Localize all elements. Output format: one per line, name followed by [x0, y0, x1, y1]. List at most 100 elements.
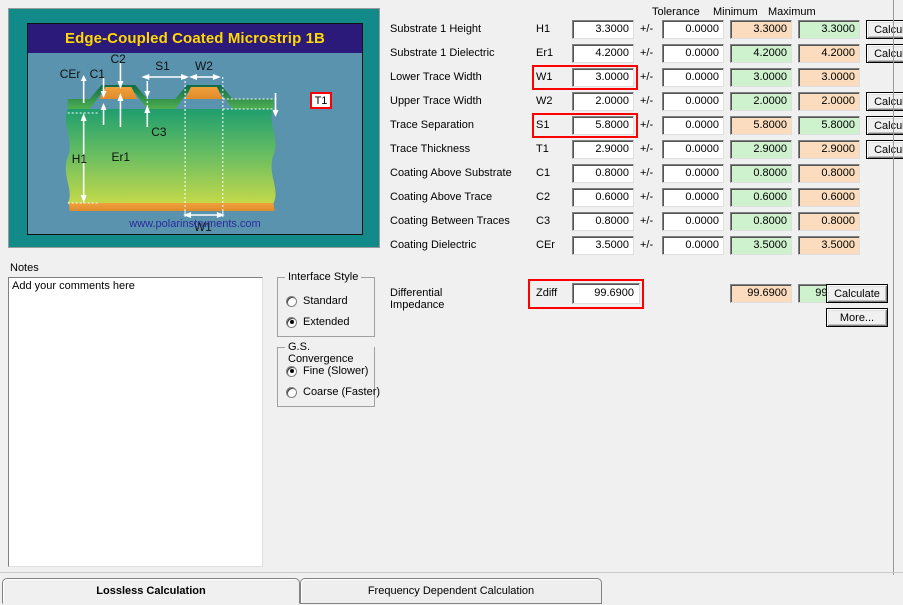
parameter-value-input[interactable]: 2.9000: [572, 140, 634, 159]
radio-label: Standard: [303, 295, 348, 307]
gs-convergence-group: G.S. Convergence Fine (Slower) Coarse (F…: [277, 347, 375, 407]
parameter-value-input[interactable]: 5.8000: [572, 116, 634, 135]
panel-divider: [893, 0, 894, 575]
parameter-value-input[interactable]: 2.0000: [572, 92, 634, 111]
parameter-minimum: 2.9000: [730, 140, 792, 159]
bottom-divider: [0, 572, 903, 573]
parameter-minimum: 4.2000: [730, 44, 792, 63]
calculate-result-button[interactable]: Calculate: [826, 284, 888, 303]
parameter-symbol: CEr: [536, 239, 555, 251]
radio-convergence-coarse[interactable]: Coarse (Faster): [286, 386, 380, 398]
plus-minus-label: +/-: [640, 143, 653, 155]
parameter-value-input[interactable]: 3.5000: [572, 236, 634, 255]
parameter-minimum: 3.0000: [730, 68, 792, 87]
tab-lossless-calculation[interactable]: Lossless Calculation: [2, 578, 300, 604]
parameter-value-input[interactable]: 0.6000: [572, 188, 634, 207]
radio-interface-standard[interactable]: Standard: [286, 295, 348, 307]
result-minimum: 99.6900: [730, 284, 792, 303]
parameter-label: Lower Trace Width: [390, 71, 482, 83]
parameter-tolerance-input[interactable]: 0.0000: [662, 68, 724, 87]
plus-minus-label: +/-: [640, 215, 653, 227]
parameter-tolerance-input[interactable]: 0.0000: [662, 92, 724, 111]
microstrip-cross-section-svg: CEr C1 C2 C3 S1 W2 H1 Er1 W1: [28, 53, 362, 235]
parameter-label: Trace Thickness: [390, 143, 470, 155]
radio-label: Extended: [303, 316, 349, 328]
calculate-button[interactable]: Calculate: [866, 140, 903, 159]
interface-style-group: Interface Style Standard Extended: [277, 277, 375, 337]
diagram-label-er1: Er1: [112, 150, 131, 164]
parameter-minimum: 3.3000: [730, 20, 792, 39]
radio-label: Coarse (Faster): [303, 386, 380, 398]
parameter-tolerance-input[interactable]: 0.0000: [662, 236, 724, 255]
radio-convergence-fine[interactable]: Fine (Slower): [286, 365, 368, 377]
diagram-label-t1: T1: [315, 95, 328, 107]
parameter-symbol: H1: [536, 23, 550, 35]
result-symbol: Zdiff: [536, 287, 557, 299]
radio-icon-selected: [286, 317, 297, 328]
parameter-value-input[interactable]: 4.2000: [572, 44, 634, 63]
parameter-symbol: C3: [536, 215, 550, 227]
diagram-label-h1: H1: [72, 152, 88, 166]
diagram-label-c3: C3: [151, 125, 167, 139]
more-button[interactable]: More...: [826, 308, 888, 327]
plus-minus-label: +/-: [640, 239, 653, 251]
parameter-symbol: C2: [536, 191, 550, 203]
parameter-value-input[interactable]: 3.0000: [572, 68, 634, 87]
diagram-label-t1-highlight: T1: [310, 92, 332, 109]
parameter-value-input[interactable]: 0.8000: [572, 212, 634, 231]
parameter-tolerance-input[interactable]: 0.0000: [662, 116, 724, 135]
parameter-tolerance-input[interactable]: 0.0000: [662, 212, 724, 231]
radio-label: Fine (Slower): [303, 365, 368, 377]
ground-plane: [69, 203, 275, 211]
diagram-label-s1: S1: [155, 59, 170, 73]
diagram-label-cer: CEr: [60, 67, 81, 81]
parameter-minimum: 0.6000: [730, 188, 792, 207]
parameter-minimum: 0.8000: [730, 212, 792, 231]
parameter-maximum: 4.2000: [798, 44, 860, 63]
interface-style-legend: Interface Style: [285, 271, 361, 283]
parameter-tolerance-input[interactable]: 0.0000: [662, 140, 724, 159]
parameter-symbol: T1: [536, 143, 549, 155]
plus-minus-label: +/-: [640, 95, 653, 107]
parameter-maximum: 2.9000: [798, 140, 860, 159]
gs-convergence-legend: G.S. Convergence: [285, 341, 374, 365]
diagram-label-c2: C2: [111, 53, 127, 66]
parameter-symbol: Er1: [536, 47, 553, 59]
notes-input[interactable]: Add your comments here: [8, 277, 263, 567]
parameter-symbol: S1: [536, 119, 549, 131]
tab-frequency-dependent-calculation[interactable]: Frequency Dependent Calculation: [300, 578, 602, 604]
diagram-label-c1: C1: [90, 67, 106, 81]
parameter-value-input[interactable]: 3.3000: [572, 20, 634, 39]
parameter-tolerance-input[interactable]: 0.0000: [662, 44, 724, 63]
parameter-value-input[interactable]: 0.8000: [572, 164, 634, 183]
diagram-frame: Edge-Coupled Coated Microstrip 1B: [27, 23, 363, 235]
parameter-label: Coating Above Trace: [390, 191, 492, 203]
parameter-label: Substrate 1 Height: [390, 23, 481, 35]
radio-icon-selected: [286, 366, 297, 377]
plus-minus-label: +/-: [640, 23, 653, 35]
application-window: Edge-Coupled Coated Microstrip 1B: [0, 0, 903, 605]
plus-minus-label: +/-: [640, 167, 653, 179]
tab-bar: Frequency Dependent Calculation Lossless…: [0, 578, 903, 605]
parameter-maximum: 5.8000: [798, 116, 860, 135]
result-label: Differential Impedance: [390, 287, 444, 311]
parameter-maximum: 3.0000: [798, 68, 860, 87]
plus-minus-label: +/-: [640, 119, 653, 131]
calculate-button[interactable]: Calculate: [866, 116, 903, 135]
parameter-minimum: 3.5000: [730, 236, 792, 255]
result-value-input[interactable]: 99.6900: [572, 283, 640, 304]
calculate-button[interactable]: Calculate: [866, 20, 903, 39]
parameter-tolerance-input[interactable]: 0.0000: [662, 164, 724, 183]
parameter-label: Coating Between Traces: [390, 215, 510, 227]
parameter-tolerance-input[interactable]: 0.0000: [662, 188, 724, 207]
diagram-title: Edge-Coupled Coated Microstrip 1B: [28, 24, 362, 53]
parameter-maximum: 3.3000: [798, 20, 860, 39]
parameter-label: Coating Dielectric: [390, 239, 476, 251]
calculate-button[interactable]: Calculate: [866, 44, 903, 63]
calculate-button[interactable]: Calculate: [866, 92, 903, 111]
radio-interface-extended[interactable]: Extended: [286, 316, 349, 328]
parameter-tolerance-input[interactable]: 0.0000: [662, 20, 724, 39]
structure-diagram-panel: Edge-Coupled Coated Microstrip 1B: [8, 8, 380, 248]
parameter-symbol: C1: [536, 167, 550, 179]
parameter-symbol: W2: [536, 95, 553, 107]
